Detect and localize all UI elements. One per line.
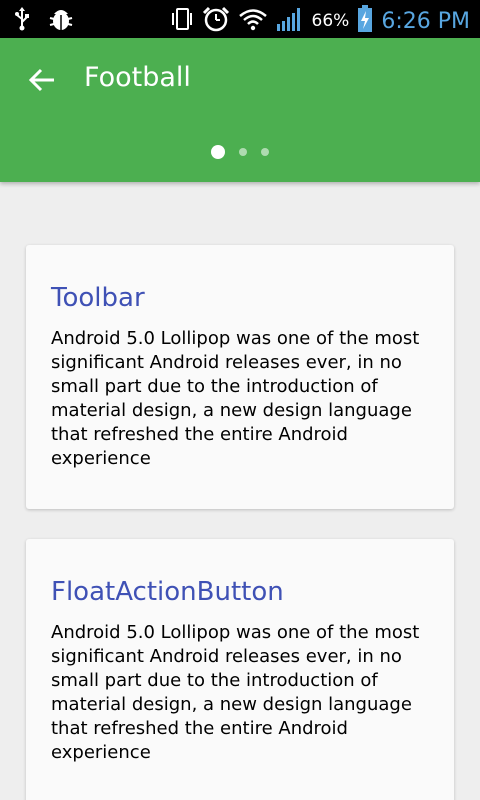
battery-percent: 66% bbox=[311, 11, 350, 31]
signal-icon bbox=[276, 6, 304, 36]
wifi-icon bbox=[238, 7, 268, 35]
page-indicator-dot[interactable] bbox=[211, 145, 225, 159]
battery-charging-icon bbox=[357, 5, 373, 37]
card-title: Toolbar bbox=[51, 283, 145, 313]
card-list[interactable]: Toolbar Android 5.0 Lollipop was one of … bbox=[0, 182, 480, 800]
status-bar: 66% 6:26 PM bbox=[0, 0, 480, 38]
page-indicator-dot[interactable] bbox=[239, 148, 247, 156]
back-arrow-icon[interactable] bbox=[26, 64, 58, 96]
app-bar: Football bbox=[0, 38, 480, 182]
card-toolbar[interactable]: Toolbar Android 5.0 Lollipop was one of … bbox=[26, 245, 454, 509]
page-indicator bbox=[0, 145, 480, 159]
card-body: Android 5.0 Lollipop was one of the most… bbox=[51, 622, 420, 763]
page-indicator-dot[interactable] bbox=[261, 148, 269, 156]
vibrate-icon bbox=[170, 6, 194, 36]
card-title: FloatActionButton bbox=[51, 577, 284, 607]
usb-icon bbox=[14, 7, 30, 35]
debug-icon bbox=[48, 6, 74, 36]
page-title: Football bbox=[84, 62, 191, 93]
status-time: 6:26 PM bbox=[381, 8, 470, 34]
card-floatactionbutton[interactable]: FloatActionButton Android 5.0 Lollipop w… bbox=[26, 539, 454, 800]
card-body: Android 5.0 Lollipop was one of the most… bbox=[51, 328, 420, 469]
alarm-icon bbox=[202, 5, 230, 37]
